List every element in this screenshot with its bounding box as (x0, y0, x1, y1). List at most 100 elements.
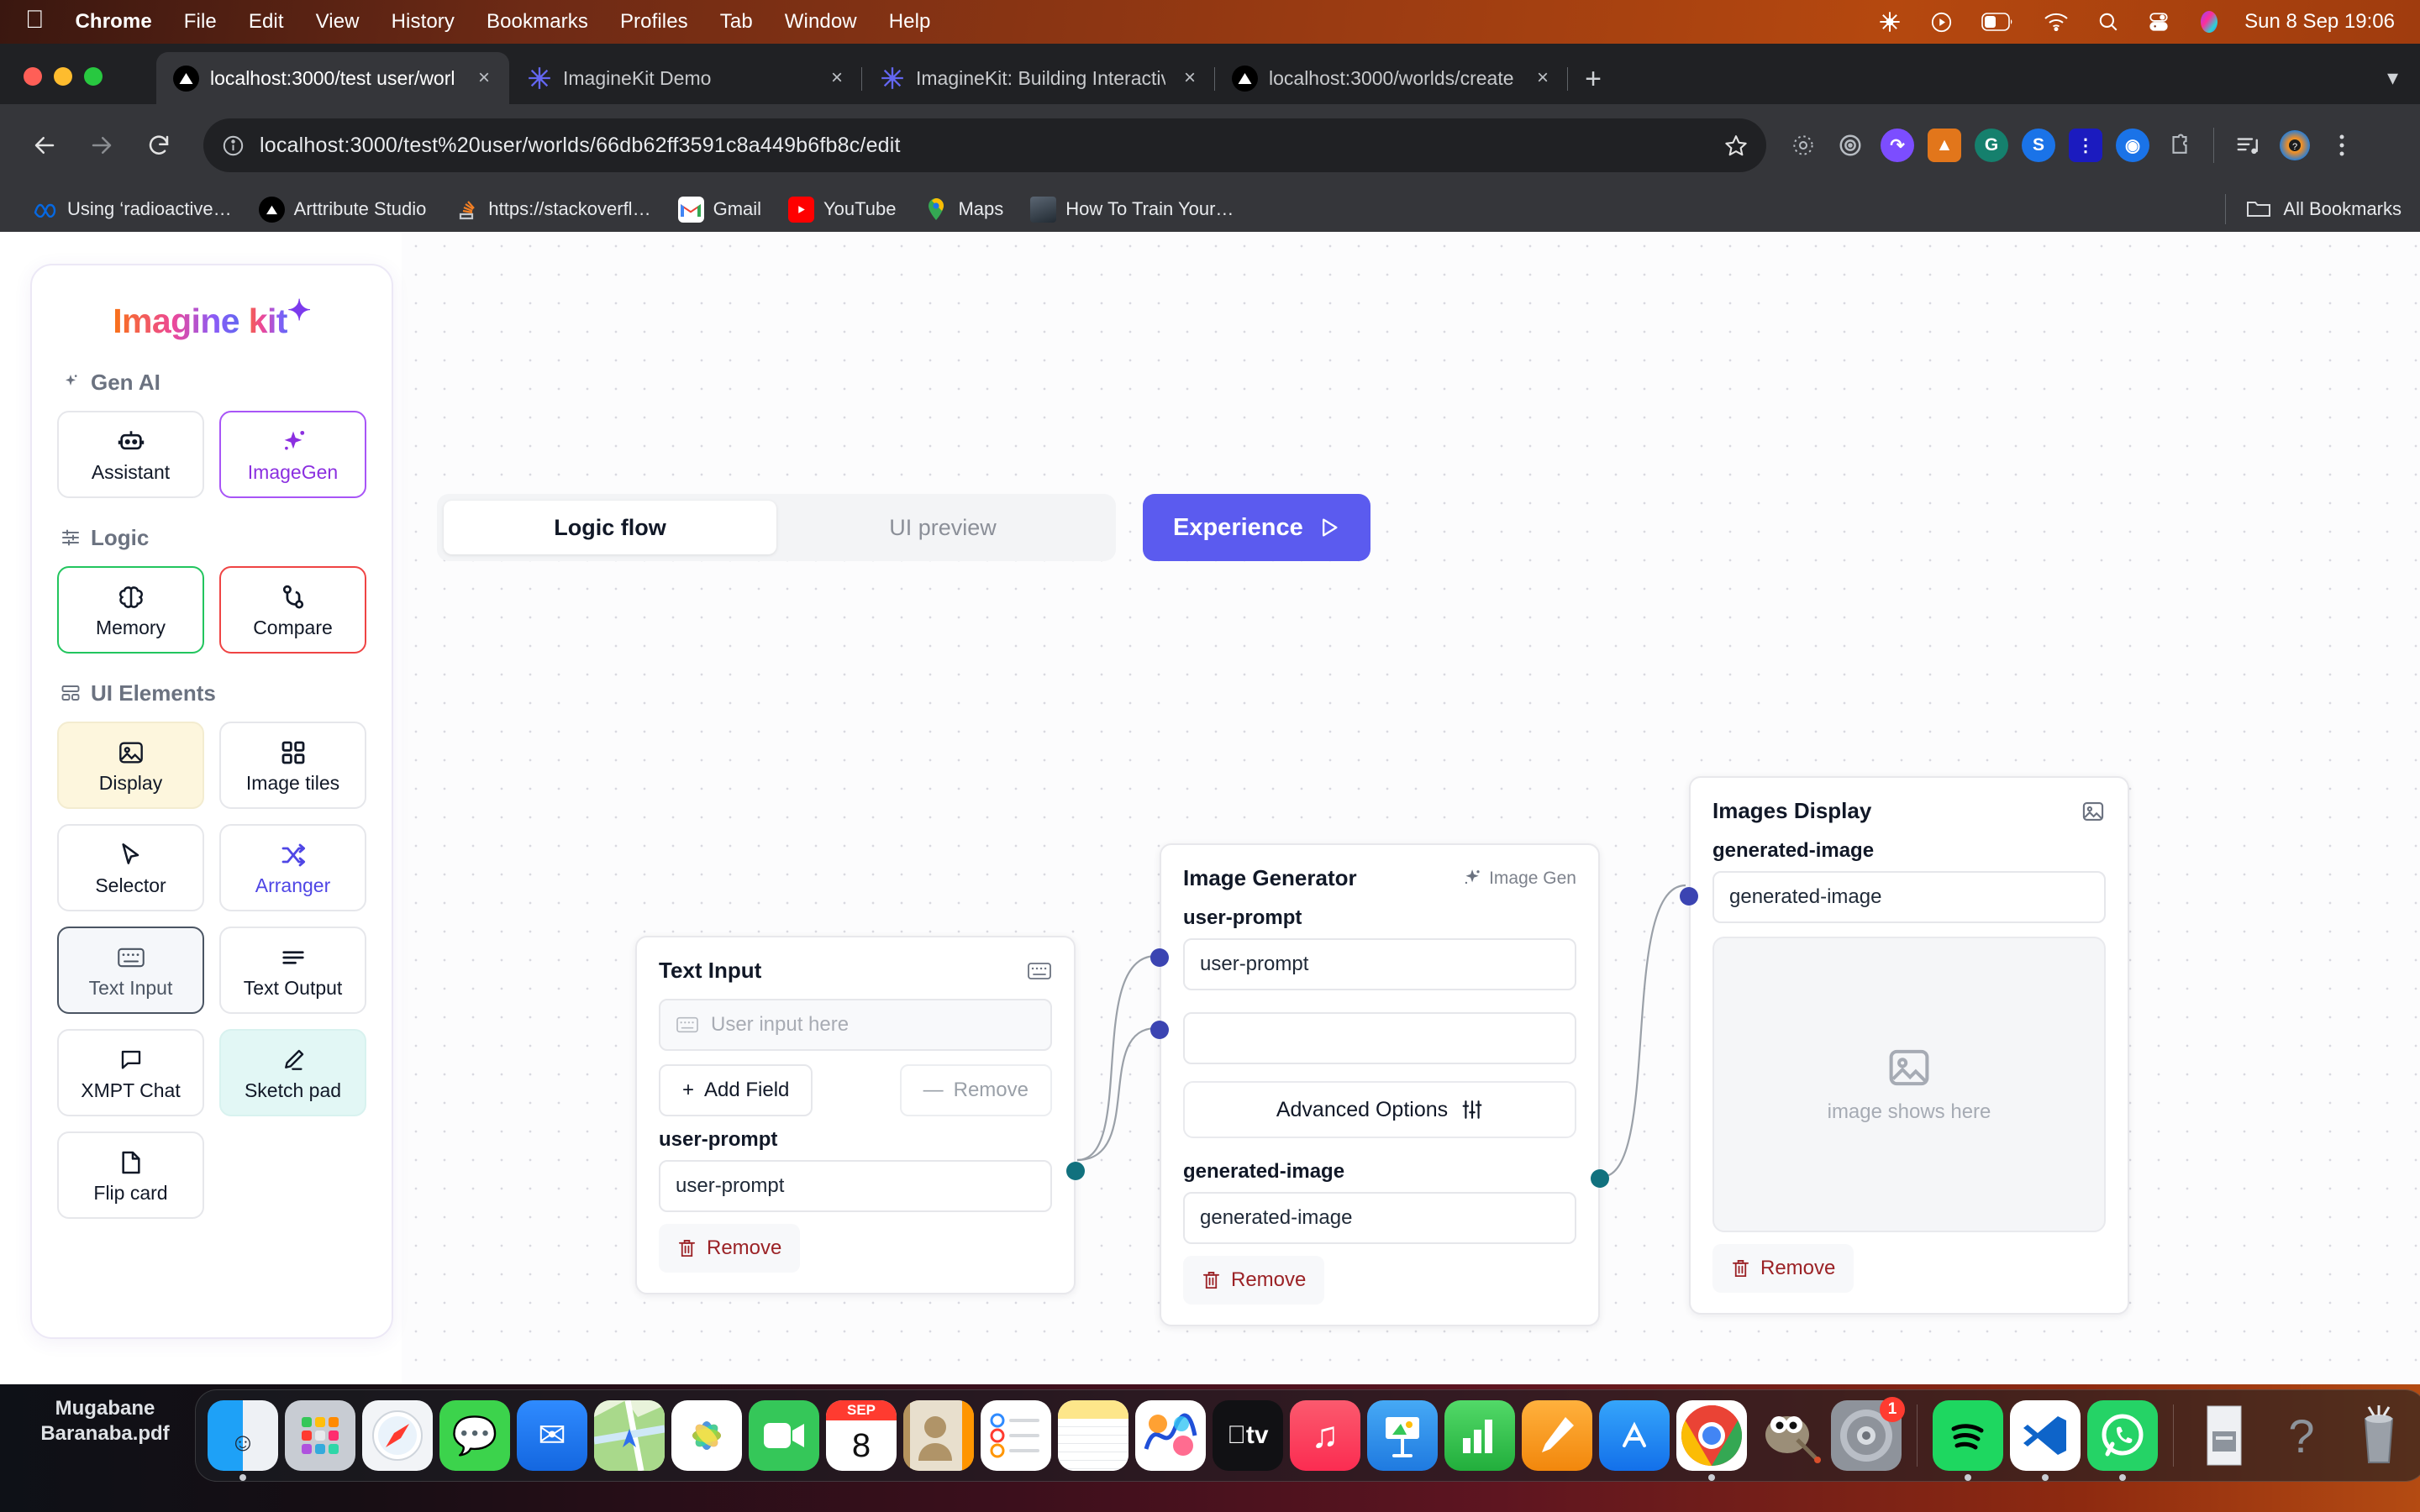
remove-node-button[interactable]: Remove (1712, 1244, 1854, 1293)
palette-item-text-output[interactable]: Text Output (219, 926, 366, 1014)
menu-file[interactable]: File (168, 10, 233, 34)
dock-item-keynote[interactable] (1367, 1400, 1438, 1471)
tab-ui-preview[interactable]: UI preview (776, 501, 1109, 554)
control-center-icon[interactable] (2133, 11, 2184, 33)
palette-item-assistant[interactable]: Assistant (57, 410, 204, 498)
asterisk-icon[interactable] (1864, 10, 1916, 34)
dock-item-vscode[interactable] (2010, 1400, 2081, 1481)
dock-item-safari[interactable] (362, 1400, 433, 1471)
palette-item-imagegen[interactable]: ImageGen (219, 410, 366, 498)
palette-item-flip-card[interactable]: Flip card (57, 1131, 204, 1219)
star-icon[interactable] (1724, 134, 1748, 157)
dock-item-maps[interactable] (594, 1400, 665, 1471)
browser-tab-4[interactable]: localhost:3000/worlds/create × (1215, 52, 1568, 104)
browser-tab-3[interactable]: ImagineKit: Building Interactiv × (862, 52, 1215, 104)
output-handle-generated-image[interactable] (1591, 1169, 1609, 1188)
dock-item-messages[interactable]: 💬 (439, 1400, 510, 1471)
menu-view[interactable]: View (300, 10, 376, 34)
menu-chrome[interactable]: Chrome (60, 10, 168, 34)
dock-item-app-store[interactable] (1599, 1400, 1670, 1471)
menu-edit[interactable]: Edit (233, 10, 300, 34)
extension-purple-icon[interactable]: ↷ (1874, 122, 1921, 169)
dock-item-reminders[interactable] (981, 1400, 1051, 1471)
input-field-value[interactable]: user-prompt (1183, 938, 1576, 990)
close-window-button[interactable] (24, 67, 42, 86)
palette-item-image-tiles[interactable]: Image tiles (219, 721, 366, 809)
palette-item-arranger[interactable]: Arranger (219, 823, 366, 911)
dock-item-apple-tv[interactable]: tv (1213, 1400, 1283, 1471)
menu-history[interactable]: History (376, 10, 471, 34)
menu-tab[interactable]: Tab (704, 10, 769, 34)
experience-button[interactable]: Experience (1143, 494, 1370, 561)
dock-item-whatsapp[interactable] (2087, 1400, 2158, 1481)
dock-item-contacts[interactable] (903, 1400, 974, 1471)
input-handle-secondary[interactable] (1150, 1021, 1169, 1039)
close-tab-3-icon[interactable]: × (1176, 66, 1203, 90)
palette-item-memory[interactable]: Memory (57, 565, 204, 654)
menu-bookmarks[interactable]: Bookmarks (471, 10, 604, 34)
media-control-icon[interactable] (2224, 122, 2271, 169)
advanced-options-button[interactable]: Advanced Options (1183, 1081, 1576, 1138)
remove-node-button[interactable]: Remove (1183, 1256, 1325, 1305)
remove-field-button[interactable]: — Remove (899, 1064, 1052, 1116)
blue-extension-icon[interactable]: ⋮ (2062, 122, 2109, 169)
dock-item-question-file[interactable]: ? (2266, 1400, 2337, 1471)
circle-extension-icon[interactable]: ◉ (2109, 122, 2156, 169)
browser-tab-2[interactable]: ImagineKit Demo × (509, 52, 862, 104)
dock-item-gimp[interactable] (1754, 1400, 1824, 1471)
siri-icon[interactable] (2184, 10, 2234, 34)
bookmark-stackoverflow[interactable]: https://stackoverfl… (439, 197, 664, 223)
input-field-value[interactable]: generated-image (1712, 871, 2106, 923)
menu-window[interactable]: Window (769, 10, 873, 34)
tab-logic-flow[interactable]: Logic flow (444, 501, 776, 554)
dock-item-downloads-stack[interactable] (2189, 1400, 2260, 1471)
input-handle-user-prompt[interactable] (1150, 948, 1169, 967)
node-images-display[interactable]: Images Display generated-image generated… (1680, 776, 2129, 1315)
play-circle-icon[interactable] (1916, 11, 1967, 34)
menu-profiles[interactable]: Profiles (604, 10, 704, 34)
add-field-button[interactable]: + Add Field (659, 1064, 813, 1116)
palette-item-selector[interactable]: Selector (57, 823, 204, 911)
site-info-icon[interactable] (222, 134, 245, 157)
logic-flow-canvas[interactable]: Text Input User input here + Add Field —… (402, 232, 2420, 1384)
maximize-window-button[interactable] (84, 67, 103, 86)
bookmark-youtube[interactable]: YouTube (775, 196, 909, 223)
new-tab-button[interactable]: + (1568, 54, 1618, 104)
profile-avatar-icon[interactable]: ? (2271, 122, 2318, 169)
close-tab-4-icon[interactable]: × (1529, 66, 1556, 90)
search-icon[interactable] (2083, 11, 2133, 33)
apple-icon[interactable]:  (22, 8, 60, 36)
gear-icon[interactable] (1780, 122, 1827, 169)
dock-item-music[interactable]: ♫ (1290, 1400, 1360, 1471)
palette-item-display[interactable]: Display (57, 721, 204, 809)
target-icon[interactable] (1827, 122, 1874, 169)
extensions-puzzle-icon[interactable] (2156, 122, 2203, 169)
dock-item-chrome[interactable] (1676, 1400, 1747, 1481)
node-text-input[interactable]: Text Input User input here + Add Field —… (635, 936, 1085, 1294)
wifi-icon[interactable] (2029, 13, 2083, 31)
all-bookmarks-label[interactable]: All Bookmarks (2283, 198, 2402, 220)
text-input-placeholder-field[interactable]: User input here (659, 999, 1052, 1051)
back-arrow-icon[interactable] (18, 119, 71, 171)
three-dot-menu-icon[interactable] (2318, 122, 2365, 169)
chevron-down-icon[interactable]: ▾ (2387, 65, 2398, 104)
output-field-value[interactable]: generated-image (1183, 1192, 1576, 1244)
dock-item-finder[interactable]: ☺ (208, 1400, 278, 1481)
metamask-fox-icon[interactable]: ▲ (1921, 122, 1968, 169)
dock-item-launchpad[interactable] (285, 1400, 355, 1471)
node-image-generator[interactable]: Image Generator Image Gen user-prompt us… (1150, 843, 1609, 1326)
battery-icon[interactable] (1967, 13, 2029, 31)
bookmark-meta[interactable]: Using ‘radioactive… (18, 197, 245, 223)
minimize-window-button[interactable] (54, 67, 72, 86)
menu-help[interactable]: Help (873, 10, 947, 34)
forward-arrow-icon[interactable] (76, 119, 128, 171)
dock-item-trash[interactable] (2344, 1400, 2414, 1471)
s-extension-icon[interactable]: S (2015, 122, 2062, 169)
input-handle-generated-image[interactable] (1680, 887, 1698, 906)
close-tab-2-icon[interactable]: × (823, 66, 850, 90)
dock-item-pages[interactable] (1522, 1400, 1592, 1471)
palette-item-compare[interactable]: Compare (219, 565, 366, 654)
output-handle-user-prompt[interactable] (1066, 1162, 1085, 1180)
dock-item-system-settings[interactable]: 1 (1831, 1397, 1905, 1471)
dock-item-freeform[interactable] (1135, 1400, 1206, 1471)
